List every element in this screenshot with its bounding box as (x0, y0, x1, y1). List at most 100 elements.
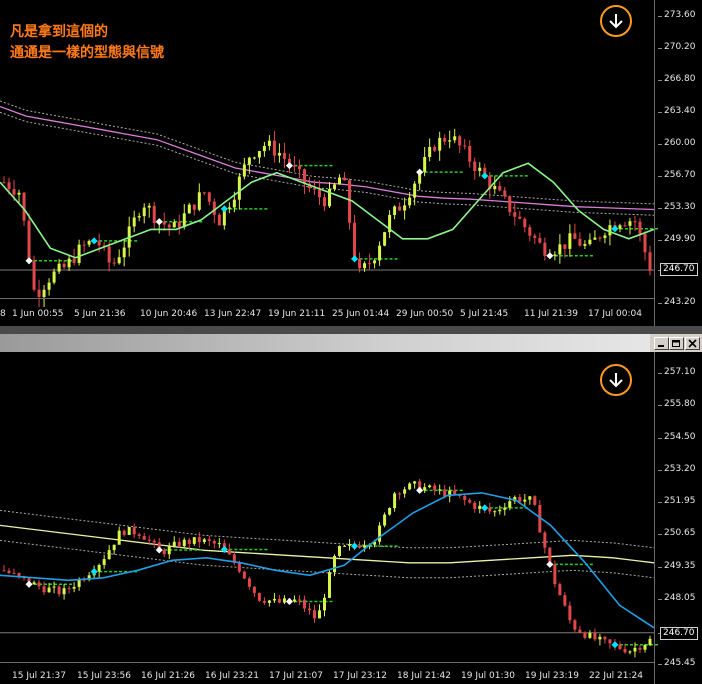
bottom-candle-body (413, 481, 417, 484)
top-candle-body (132, 217, 136, 227)
pane-splitter[interactable] (0, 326, 702, 334)
bottom-candle-body (172, 541, 176, 547)
bottom-candle-body (212, 541, 216, 544)
bottom-candle-body (7, 570, 11, 573)
top-candle-body (528, 227, 532, 236)
bottom-candle-body (328, 572, 332, 598)
bottom-signal-marker (25, 580, 33, 588)
top-signal-marker (285, 162, 293, 170)
bottom-candle-body (177, 541, 181, 547)
bottom-candle-body (433, 485, 437, 491)
bottom-candle-body (117, 530, 121, 545)
bottom-candle-body (468, 500, 472, 503)
close-button[interactable] (685, 337, 700, 350)
top-candle-body (368, 263, 372, 265)
bottom-candle-body (568, 605, 572, 621)
bottom-candle-body (643, 645, 647, 650)
top-chart-pane[interactable]: 273.60 270.20 266.80 263.40 260.00 256.70 253.… (0, 0, 702, 326)
bottom-time-tick: 19 Jul 23:19 (525, 671, 579, 681)
bottom-price-axis-line (654, 352, 655, 684)
restore-button[interactable] (669, 337, 684, 350)
top-candle-body (648, 252, 652, 271)
top-candle-body (237, 176, 241, 200)
chart-window-titlebar[interactable] (0, 326, 702, 352)
top-candle-body (458, 136, 462, 146)
top-time-tick: 13 Jun 22:47 (204, 309, 262, 319)
bottom-price-tick: 257.10 (658, 367, 696, 377)
bottom-signal-marker (90, 568, 98, 576)
bottom-candle-body (257, 592, 261, 601)
bottom-candle-body (2, 570, 6, 572)
top-candle-body (292, 165, 296, 167)
top-candle-body (403, 205, 407, 211)
bottom-candle-body (403, 489, 407, 494)
top-candle-body (523, 218, 527, 228)
top-candle-body (453, 136, 457, 141)
top-candle-body (543, 242, 547, 256)
top-candle-body (212, 201, 216, 215)
bottom-candle-body (107, 550, 111, 560)
bottom-time-tick: 17 Jul 21:07 (269, 671, 323, 681)
top-candle-body (578, 238, 582, 246)
arrow-down-icon (609, 14, 623, 29)
bottom-signal-marker (481, 504, 489, 512)
bottom-candle-body (633, 647, 637, 652)
bottom-time-tick: 22 Jul 21:24 (589, 671, 643, 681)
top-candle-body (568, 233, 572, 249)
bottom-candle-body (528, 496, 532, 500)
top-candle-body (503, 190, 507, 197)
bottom-time-tick: 15 Jul 21:37 (12, 671, 66, 681)
top-candle-body (77, 244, 81, 263)
top-candle-body (358, 258, 362, 269)
bottom-candle-body (247, 578, 251, 587)
top-price-tick: 263.40 (658, 106, 696, 117)
bottom-candle-body (162, 550, 166, 555)
top-candle-body (62, 263, 66, 268)
bottom-candle-body (207, 539, 211, 542)
bottom-candle-body (277, 598, 281, 603)
minimize-button[interactable] (654, 337, 669, 350)
top-candle-body (217, 214, 221, 226)
top-candle-body (623, 225, 627, 227)
top-candle-body (448, 140, 452, 142)
bottom-candle-body (307, 608, 311, 611)
top-candle-body (593, 237, 597, 240)
top-candle-body (558, 244, 562, 255)
top-time-tick: 1 Jun 00:55 (12, 309, 64, 319)
signal-down-button-bottom[interactable] (600, 364, 632, 396)
bottom-candle-body (317, 610, 321, 619)
top-time-tick: 19 Jun 21:11 (268, 309, 326, 319)
bottom-candle-body (322, 597, 326, 611)
top-candle-body (42, 289, 46, 297)
bottom-candle-body (648, 638, 652, 646)
bottom-candle-body (242, 571, 246, 579)
bottom-candle-body (578, 629, 582, 633)
top-candle-body (513, 212, 517, 217)
top-candle-body (633, 221, 637, 223)
bottom-candle-body (398, 493, 402, 495)
bottom-price-chart[interactable] (0, 352, 702, 684)
bottom-candle-body (453, 490, 457, 495)
bottom-candle-body (508, 501, 512, 508)
bottom-candle-body (343, 545, 347, 547)
titlebar-gradient (0, 334, 650, 352)
bottom-candle-body (192, 537, 196, 544)
bottom-candle-body (588, 632, 592, 638)
bottom-chart-pane[interactable]: 257.10 255.80 254.50 253.20 251.95 250.65 249.… (0, 352, 702, 684)
top-candle-body (32, 260, 36, 290)
bottom-candle-body (593, 632, 597, 640)
bottom-candle-body (393, 493, 397, 509)
top-candle-body (553, 254, 557, 256)
top-signal-marker (546, 252, 554, 260)
chart-annotation: 凡是拿到這個的 通通是一樣的型態與信號 (10, 22, 164, 64)
bottom-candle-body (182, 539, 186, 547)
top-candle-body (443, 137, 447, 142)
bottom-candle-body (17, 572, 21, 577)
signal-down-button[interactable] (600, 5, 632, 37)
top-candle-body (167, 224, 171, 228)
bottom-candle-body (503, 507, 507, 510)
top-candle-body (468, 145, 472, 162)
top-candle-body (518, 216, 522, 219)
top-candle-body (408, 197, 412, 206)
top-candle-body (22, 192, 26, 221)
